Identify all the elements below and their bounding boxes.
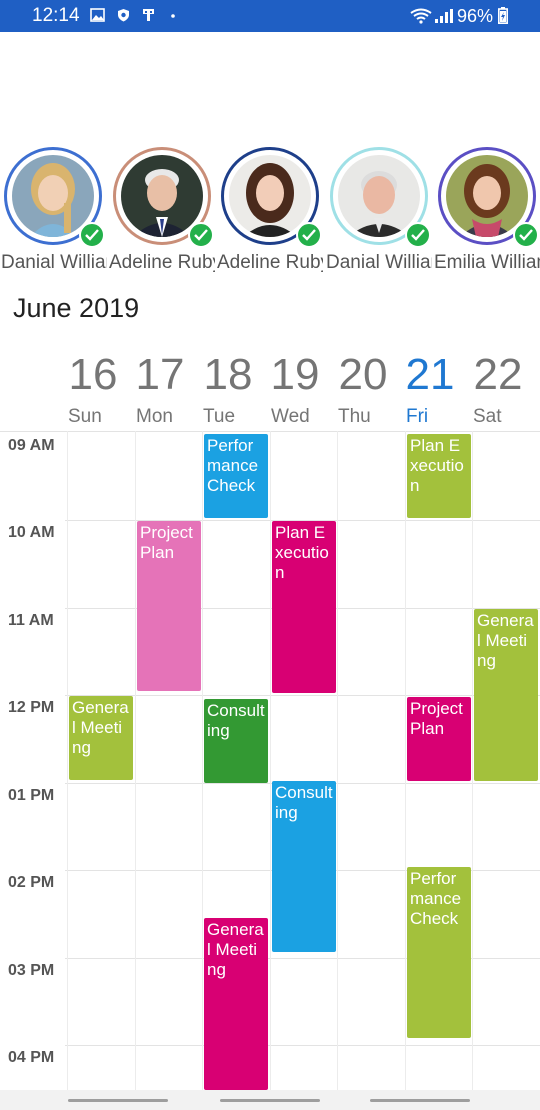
wifi-icon xyxy=(410,8,432,24)
resource-name: Danial William xyxy=(1,252,107,273)
nav-handle[interactable] xyxy=(68,1099,168,1102)
day-name: Wed xyxy=(271,406,310,427)
day-number[interactable]: 19 xyxy=(261,350,329,400)
usb-notification-icon xyxy=(141,8,156,22)
nav-handle[interactable] xyxy=(220,1099,320,1102)
grid-day-line xyxy=(202,431,203,1090)
day-number-today[interactable]: 21 xyxy=(396,350,464,400)
battery-percentage: 96% xyxy=(457,6,494,26)
resource-avatar[interactable] xyxy=(113,147,214,248)
signal-icon xyxy=(434,8,454,23)
gallery-notification-icon xyxy=(90,8,105,22)
day-number[interactable]: 16 xyxy=(59,350,127,400)
available-check-icon xyxy=(405,222,431,248)
grid-day-line xyxy=(472,431,473,1090)
appointment[interactable]: Plan Execution xyxy=(407,434,471,518)
resource-name: Adeline Ruby xyxy=(109,252,215,273)
resource-name: Adeline Ruby xyxy=(217,252,323,273)
available-check-icon xyxy=(513,222,539,248)
time-label: 02 PM xyxy=(8,874,55,891)
time-label: 11 AM xyxy=(8,612,54,629)
resource-avatar[interactable] xyxy=(438,147,539,248)
time-label: 09 AM xyxy=(8,437,55,454)
time-label: 10 AM xyxy=(8,524,55,541)
grid-day-line xyxy=(405,431,406,1090)
resource-avatar[interactable] xyxy=(330,147,431,248)
day-name: Tue xyxy=(203,406,236,427)
resource-name: Emilia William xyxy=(434,252,540,273)
status-time: 12:14 xyxy=(32,5,80,26)
time-label: 04 PM xyxy=(8,1049,55,1066)
day-name: Thu xyxy=(338,406,371,427)
day-number[interactable]: 18 xyxy=(194,350,262,400)
grid-hour-line xyxy=(65,1045,540,1046)
available-check-icon xyxy=(79,222,105,248)
day-name: Sat xyxy=(473,406,502,427)
appointment[interactable]: Project Plan xyxy=(137,521,201,691)
available-check-icon xyxy=(296,222,322,248)
resource-avatar[interactable] xyxy=(221,147,322,248)
appointment[interactable]: Consulting xyxy=(272,781,336,952)
day-name-today: Fri xyxy=(406,406,429,427)
day-number[interactable]: 20 xyxy=(329,350,397,400)
resource-avatar[interactable] xyxy=(4,147,105,248)
grid-day-line xyxy=(135,431,136,1090)
navigation-bar xyxy=(0,1090,540,1110)
shield-notification-icon xyxy=(116,8,131,22)
nav-handle[interactable] xyxy=(370,1099,470,1102)
time-label: 03 PM xyxy=(8,962,55,979)
status-bar: 12:14 96% xyxy=(0,0,540,32)
day-number[interactable]: 22 xyxy=(464,350,532,400)
time-label: 01 PM xyxy=(8,787,55,804)
month-title[interactable]: June 2019 xyxy=(13,293,139,324)
day-name: Sun xyxy=(68,406,102,427)
appointment[interactable]: Performance Check xyxy=(407,867,471,1038)
appointment[interactable]: Project Plan xyxy=(407,697,471,781)
day-name: Mon xyxy=(136,406,173,427)
available-check-icon xyxy=(188,222,214,248)
appointment[interactable]: General Meeting xyxy=(204,918,268,1090)
appointment[interactable]: Consulting xyxy=(204,699,268,783)
appointment[interactable]: Plan Execution xyxy=(272,521,336,693)
grid-day-line xyxy=(270,431,271,1090)
grid-hour-line xyxy=(65,695,540,696)
time-label: 12 PM xyxy=(8,699,55,716)
grid-day-line xyxy=(67,431,68,1090)
day-number[interactable]: 17 xyxy=(126,350,194,400)
battery-charging-icon xyxy=(498,7,508,24)
appointment[interactable]: General Meeting xyxy=(69,696,133,780)
appointment[interactable]: Performance Check xyxy=(204,434,268,518)
more-notifications-icon xyxy=(170,8,185,22)
grid-day-line xyxy=(337,431,338,1090)
resource-name: Danial William xyxy=(326,252,432,273)
appointment[interactable]: General Meeting xyxy=(474,609,538,781)
